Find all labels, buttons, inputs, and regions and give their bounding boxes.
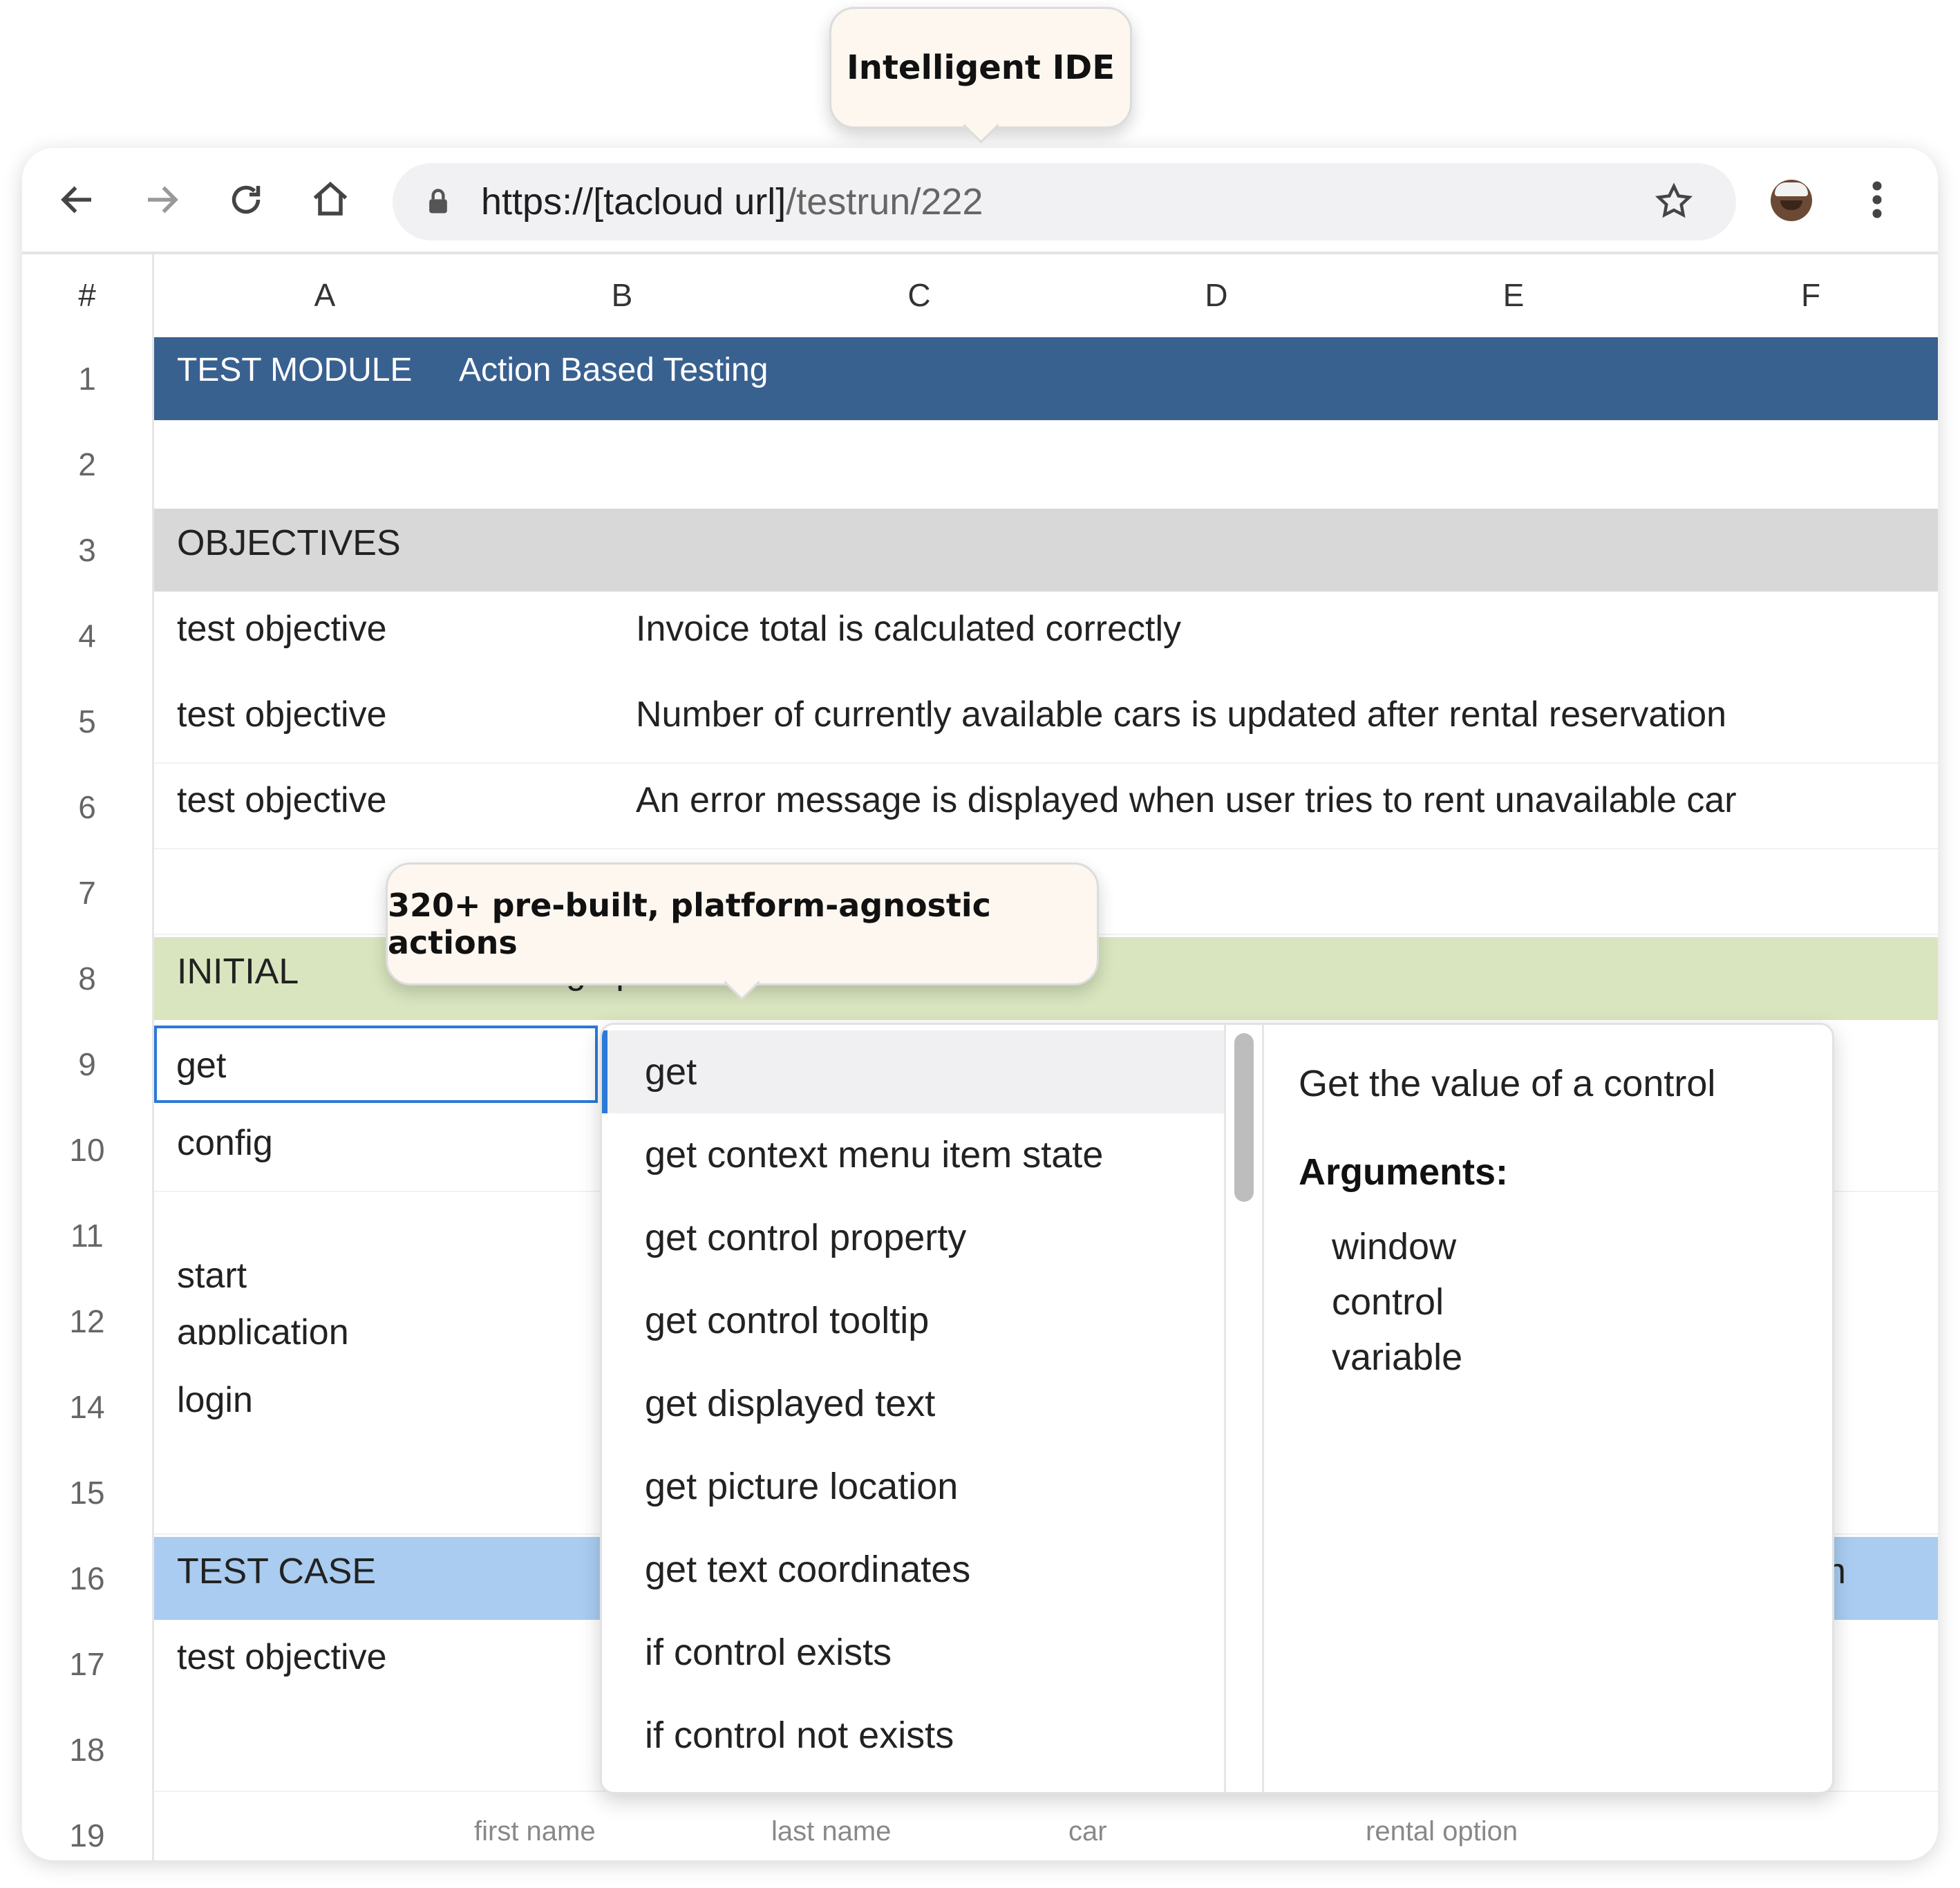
row-number[interactable]: 11 bbox=[22, 1193, 152, 1278]
test-case-label[interactable]: TEST CASE bbox=[177, 1551, 376, 1592]
suggestion-scrollbar[interactable] bbox=[1226, 1025, 1264, 1792]
column-header-f[interactable]: F bbox=[1742, 254, 1880, 336]
row-number[interactable]: 9 bbox=[22, 1021, 152, 1107]
argument-header-rental-option[interactable]: rental option bbox=[1366, 1816, 1518, 1847]
row-number[interactable]: 5 bbox=[22, 679, 152, 764]
back-icon bbox=[61, 186, 91, 214]
action-start-application-clip: application bbox=[154, 1308, 583, 1345]
objectives-label[interactable]: OBJECTIVES bbox=[177, 522, 401, 564]
lock-icon bbox=[429, 189, 447, 214]
home-icon bbox=[313, 181, 348, 216]
objective-keyword-6[interactable]: test objective bbox=[177, 780, 387, 821]
suggestion-item[interactable]: get displayed text bbox=[602, 1362, 1224, 1445]
row-number[interactable]: 14 bbox=[22, 1364, 152, 1450]
argument-variable: variable bbox=[1332, 1337, 1463, 1378]
action-autocomplete-dropdown: get get context menu item state get cont… bbox=[600, 1023, 1834, 1794]
row-number[interactable]: 6 bbox=[22, 764, 152, 850]
argument-control: control bbox=[1332, 1281, 1444, 1323]
suggestion-item[interactable]: if control exists bbox=[602, 1611, 1224, 1694]
row-number[interactable]: 18 bbox=[22, 1707, 152, 1793]
reload-button[interactable] bbox=[211, 148, 281, 252]
row-number[interactable]: 2 bbox=[22, 422, 152, 507]
argument-header-last-name[interactable]: last name bbox=[771, 1816, 891, 1847]
browser-toolbar: https://[tacloud url]/testrun/222 bbox=[22, 148, 1938, 254]
reload-icon bbox=[232, 185, 261, 214]
objectives-band bbox=[154, 509, 1938, 592]
arguments-heading: Arguments: bbox=[1299, 1151, 1509, 1193]
objective-keyword-4[interactable]: test objective bbox=[177, 608, 387, 650]
back-button[interactable] bbox=[43, 148, 112, 252]
action-suggestion-list: get get context menu item state get cont… bbox=[602, 1025, 1226, 1792]
avatar[interactable] bbox=[1771, 180, 1812, 221]
action-login[interactable]: login bbox=[177, 1379, 253, 1421]
test-module-name[interactable]: Action Based Testing bbox=[459, 351, 768, 389]
url-path: /testrun/222 bbox=[786, 181, 983, 223]
suggestion-item[interactable]: get picture location bbox=[602, 1445, 1224, 1528]
forward-button[interactable] bbox=[127, 148, 196, 252]
address-bar[interactable]: https://[tacloud url]/testrun/222 bbox=[393, 163, 1736, 240]
corner-header: # bbox=[78, 277, 96, 313]
row-number[interactable]: 4 bbox=[22, 593, 152, 679]
argument-header-car[interactable]: car bbox=[1068, 1816, 1107, 1847]
argument-window: window bbox=[1332, 1226, 1457, 1267]
row-number[interactable]: 17 bbox=[22, 1621, 152, 1707]
column-header-a[interactable]: A bbox=[256, 254, 394, 336]
intelligent-ide-callout: Intelligent IDE bbox=[829, 7, 1132, 144]
active-cell-value: get bbox=[176, 1046, 227, 1086]
row-number[interactable]: 3 bbox=[22, 507, 152, 593]
row-number[interactable]: 7 bbox=[22, 850, 152, 936]
objective-text-4[interactable]: Invoice total is calculated correctly bbox=[636, 608, 1181, 650]
action-config[interactable]: config bbox=[177, 1122, 273, 1164]
suggestion-item[interactable]: get control property bbox=[602, 1196, 1224, 1279]
row-number[interactable]: 12 bbox=[22, 1278, 152, 1364]
argument-header-first-name[interactable]: first name bbox=[474, 1816, 596, 1847]
browser-menu-button[interactable] bbox=[1843, 148, 1912, 252]
action-description: Get the value of a control bbox=[1299, 1063, 1716, 1104]
intelligent-ide-callout-text: Intelligent IDE bbox=[846, 48, 1115, 87]
column-header-d[interactable]: D bbox=[1147, 254, 1285, 336]
suggestion-item[interactable]: get text coordinates bbox=[602, 1528, 1224, 1611]
objective-text-5[interactable]: Number of currently available cars is up… bbox=[636, 694, 1726, 735]
scrollbar-thumb[interactable] bbox=[1234, 1033, 1254, 1202]
test-case-objective[interactable]: test objective bbox=[177, 1636, 387, 1678]
suggestion-item[interactable]: get context menu item state bbox=[602, 1113, 1224, 1196]
action-start-application-line1[interactable]: start bbox=[177, 1255, 247, 1296]
row-number[interactable]: 19 bbox=[22, 1793, 152, 1860]
url-host: https://[tacloud url] bbox=[481, 181, 786, 223]
actions-callout-text: 320+ pre-built, platform-agnostic action… bbox=[388, 887, 991, 961]
suggestion-item[interactable]: get control tooltip bbox=[602, 1279, 1224, 1362]
row-number[interactable]: 8 bbox=[22, 936, 152, 1021]
objective-text-6[interactable]: An error message is displayed when user … bbox=[636, 780, 1737, 821]
row-number[interactable]: 1 bbox=[22, 336, 152, 422]
suggestion-get[interactable]: get bbox=[602, 1030, 1224, 1113]
column-header-b[interactable]: B bbox=[553, 254, 691, 336]
column-header-c[interactable]: C bbox=[850, 254, 988, 336]
test-module-label[interactable]: TEST MODULE bbox=[177, 351, 413, 389]
action-start-application-line2[interactable]: application bbox=[177, 1312, 349, 1345]
column-header-e[interactable]: E bbox=[1444, 254, 1583, 336]
row-number[interactable]: 16 bbox=[22, 1536, 152, 1621]
row-number[interactable]: 15 bbox=[22, 1450, 152, 1536]
menu-icon bbox=[1872, 181, 1882, 218]
actions-callout: 320+ pre-built, platform-agnostic action… bbox=[386, 862, 1099, 1001]
action-description-panel: Get the value of a control Arguments: wi… bbox=[1264, 1025, 1832, 1792]
test-module-band bbox=[154, 337, 1938, 420]
suggestion-item[interactable]: if control not exists bbox=[602, 1694, 1224, 1777]
url-text[interactable]: https://[tacloud url]/testrun/222 bbox=[481, 163, 983, 240]
initial-label[interactable]: INITIAL bbox=[177, 951, 299, 992]
row-number[interactable]: 10 bbox=[22, 1107, 152, 1193]
home-button[interactable] bbox=[296, 148, 365, 252]
objective-keyword-5[interactable]: test objective bbox=[177, 694, 387, 735]
forward-icon bbox=[148, 186, 178, 214]
active-cell[interactable]: get bbox=[154, 1026, 598, 1103]
star-icon[interactable] bbox=[1653, 181, 1695, 223]
